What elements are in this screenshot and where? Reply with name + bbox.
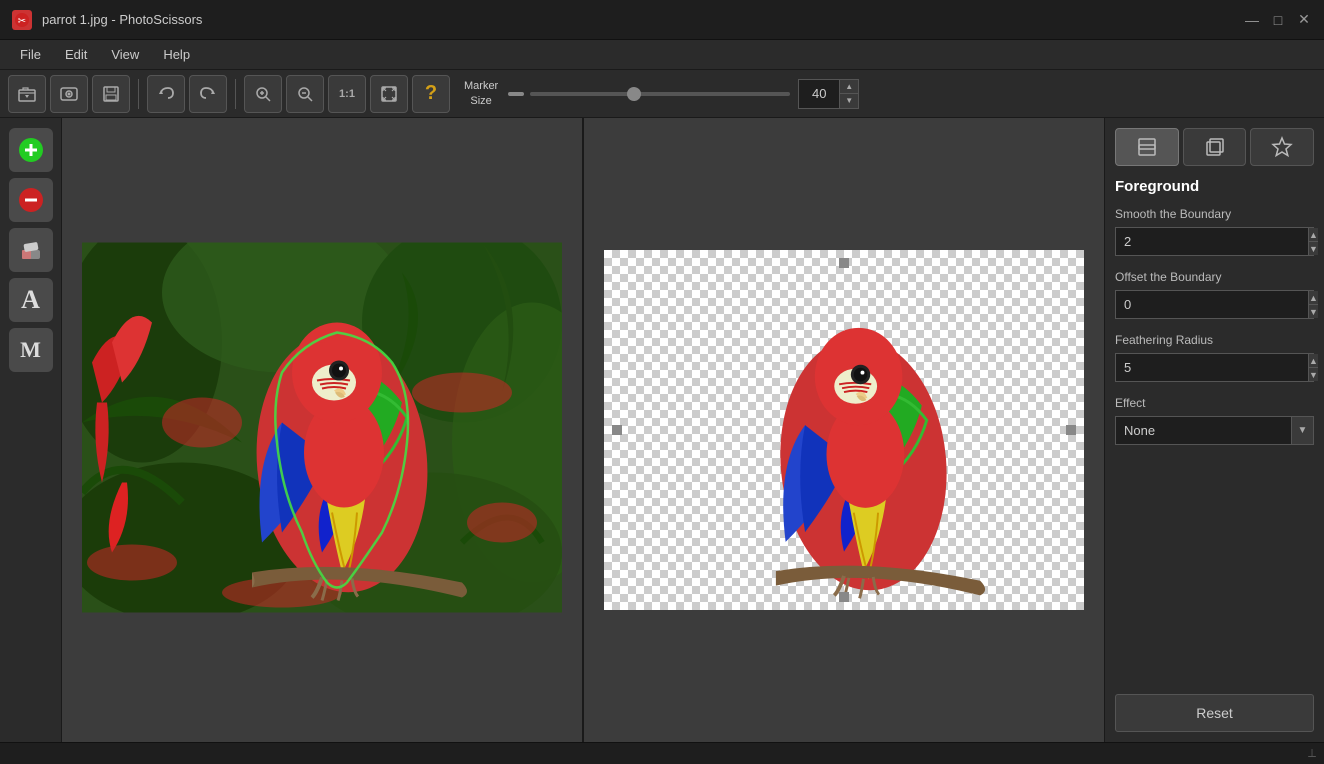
- marker-size-label: Marker Size: [464, 79, 498, 108]
- offset-boundary-input[interactable]: [1116, 291, 1308, 318]
- feathering-radius-input[interactable]: [1116, 354, 1308, 381]
- canvas-area: [62, 118, 1104, 742]
- right-panel: Foreground Smooth the Boundary ▲ ▼ Offse…: [1104, 118, 1324, 742]
- svg-text:✂: ✂: [18, 16, 26, 27]
- zoom-in-button[interactable]: [244, 75, 282, 113]
- open-button[interactable]: [8, 75, 46, 113]
- panel-tabs: [1115, 128, 1314, 166]
- title-bar: ✂ parrot 1.jpg - PhotoScissors — □ ✕: [0, 0, 1324, 40]
- undo-button[interactable]: [147, 75, 185, 113]
- separator-1: [138, 79, 139, 109]
- zoom-fit-button[interactable]: [370, 75, 408, 113]
- toolbar: 1:1 ? Marker Size ▲ ▼: [0, 70, 1324, 118]
- resize-handle: ⟂: [1308, 746, 1316, 761]
- smooth-boundary-label: Smooth the Boundary: [1115, 207, 1314, 221]
- feathering-radius-spinner: ▲ ▼: [1308, 354, 1318, 381]
- left-canvas[interactable]: [62, 118, 584, 742]
- foreground-label: Foreground: [1115, 178, 1314, 195]
- effect-label: Effect: [1115, 396, 1314, 410]
- feathering-radius-up[interactable]: ▲: [1309, 354, 1318, 368]
- save-button[interactable]: [92, 75, 130, 113]
- menu-bar: File Edit View Help: [0, 40, 1324, 70]
- close-button[interactable]: ✕: [1296, 12, 1312, 28]
- separator-2: [235, 79, 236, 109]
- marker-size-down[interactable]: ▼: [840, 94, 858, 108]
- tab-effects[interactable]: [1250, 128, 1314, 166]
- reset-button[interactable]: Reset: [1115, 694, 1314, 732]
- main-area: A M: [0, 118, 1324, 742]
- offset-boundary-label: Offset the Boundary: [1115, 270, 1314, 284]
- status-bar: ⟂: [0, 742, 1324, 764]
- smooth-boundary-control: ▲ ▼: [1115, 227, 1314, 256]
- text-a-button[interactable]: A: [9, 278, 53, 322]
- menu-edit[interactable]: Edit: [53, 43, 99, 66]
- marker-icon: [506, 84, 526, 104]
- redo-button[interactable]: [189, 75, 227, 113]
- help-button[interactable]: ?: [412, 75, 450, 113]
- effect-dropdown-arrow[interactable]: ▼: [1291, 417, 1313, 444]
- effect-control: None Blur Shadow Glow ▼: [1115, 416, 1314, 445]
- left-toolbar: A M: [0, 118, 62, 742]
- marker-size-slider[interactable]: [530, 92, 790, 96]
- text-m-button[interactable]: M: [9, 328, 53, 372]
- menu-file[interactable]: File: [8, 43, 53, 66]
- feathering-radius-label: Feathering Radius: [1115, 333, 1314, 347]
- smooth-boundary-down[interactable]: ▼: [1309, 242, 1318, 255]
- menu-help[interactable]: Help: [151, 43, 202, 66]
- zoom-out-button[interactable]: [286, 75, 324, 113]
- smooth-boundary-spinner: ▲ ▼: [1308, 228, 1318, 255]
- app-icon: ✂: [12, 10, 32, 30]
- remove-background-button[interactable]: [9, 178, 53, 222]
- marker-size-input[interactable]: [799, 80, 839, 108]
- eraser-button[interactable]: [9, 228, 53, 272]
- smooth-boundary-input[interactable]: [1116, 228, 1308, 255]
- screenshot-button[interactable]: [50, 75, 88, 113]
- feathering-radius-down[interactable]: ▼: [1309, 368, 1318, 381]
- zoom-reset-button[interactable]: 1:1: [328, 75, 366, 113]
- effect-select[interactable]: None Blur Shadow Glow: [1116, 417, 1291, 444]
- maximize-button[interactable]: □: [1270, 12, 1286, 28]
- add-foreground-button[interactable]: [9, 128, 53, 172]
- offset-boundary-up[interactable]: ▲: [1309, 291, 1318, 305]
- menu-view[interactable]: View: [99, 43, 151, 66]
- tab-copy[interactable]: [1183, 128, 1247, 166]
- title-text: parrot 1.jpg - PhotoScissors: [42, 12, 1234, 27]
- right-canvas[interactable]: [584, 118, 1104, 742]
- feathering-radius-control: ▲ ▼: [1115, 353, 1314, 382]
- smooth-boundary-up[interactable]: ▲: [1309, 228, 1318, 242]
- offset-boundary-down[interactable]: ▼: [1309, 305, 1318, 318]
- offset-boundary-spinner: ▲ ▼: [1308, 291, 1318, 318]
- offset-boundary-control: ▲ ▼: [1115, 290, 1314, 319]
- extracted-image: [604, 250, 1084, 610]
- marker-size-up[interactable]: ▲: [840, 80, 858, 94]
- tab-layers[interactable]: [1115, 128, 1179, 166]
- original-image: [82, 243, 562, 618]
- minimize-button[interactable]: —: [1244, 12, 1260, 28]
